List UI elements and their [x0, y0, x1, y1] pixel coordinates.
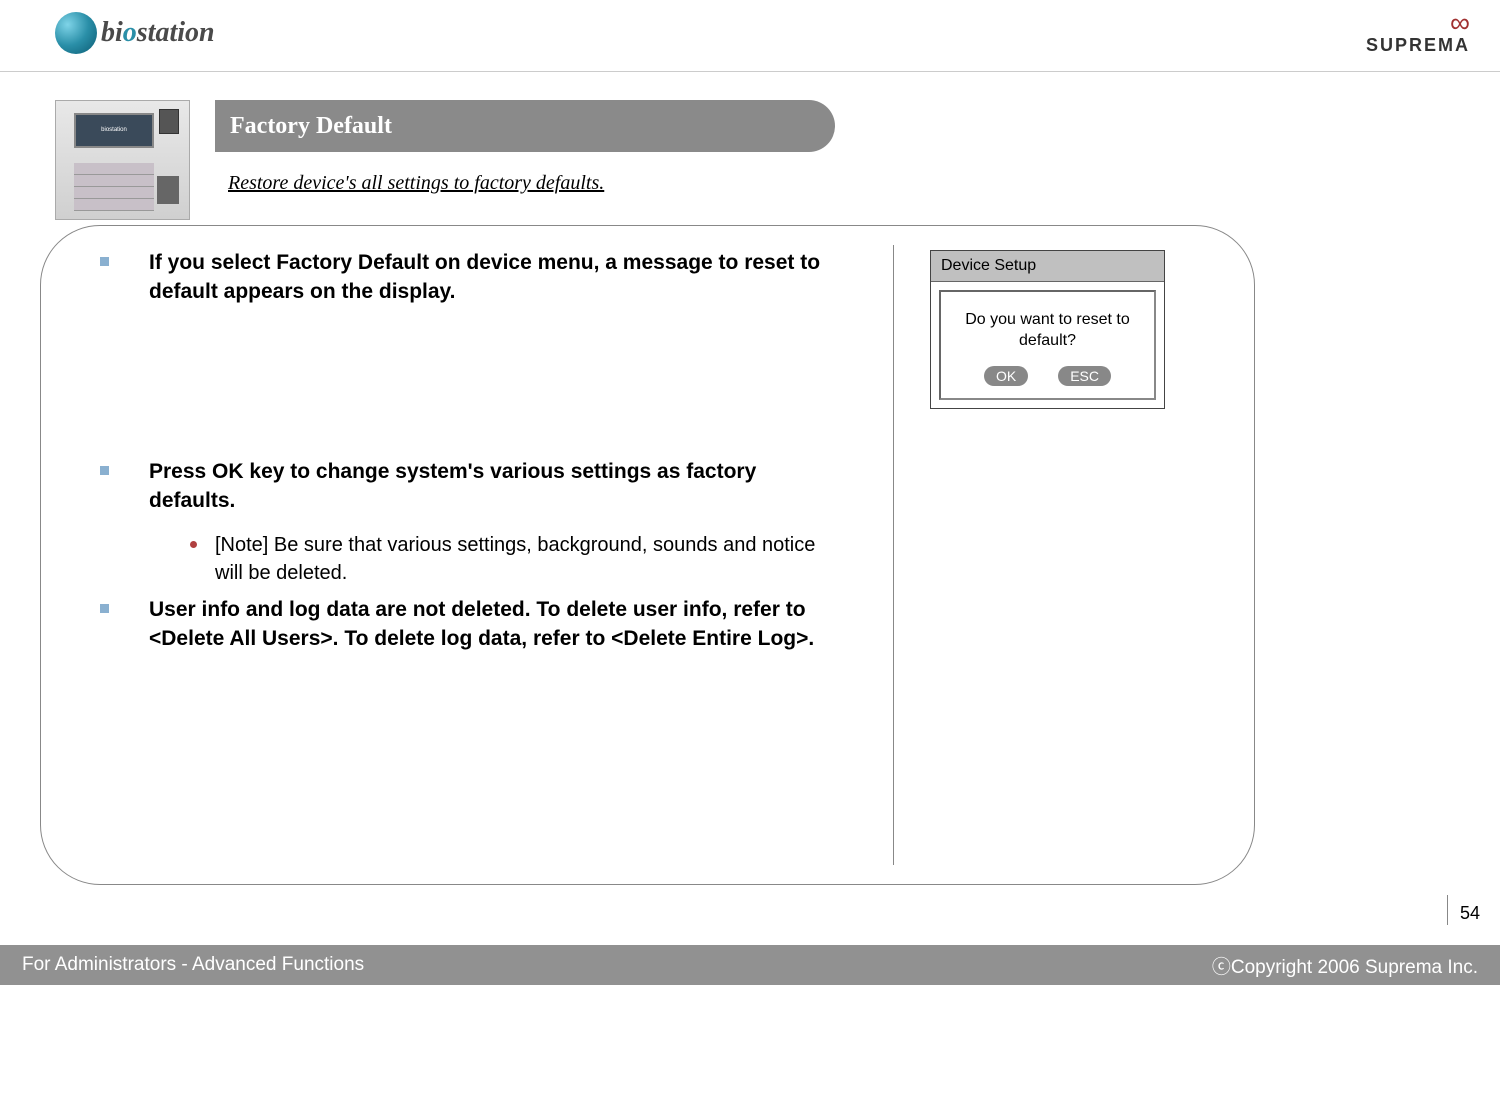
bullet-2-sub-text: [Note] Be sure that various settings, ba…: [215, 531, 840, 587]
suprema-text: SUPREMA: [1366, 35, 1470, 56]
dialog-message: Do you want to reset to default?: [946, 310, 1149, 352]
dialog-title: Device Setup: [931, 251, 1164, 282]
dialog-inner: Do you want to reset to default? OK ESC: [939, 290, 1156, 400]
ok-button[interactable]: OK: [984, 366, 1028, 386]
list-item: User info and log data are not deleted. …: [100, 595, 840, 654]
device-sensor: [159, 109, 179, 134]
title-bar: Factory Default: [215, 100, 835, 152]
swirl-icon: [55, 12, 97, 54]
biostation-logo: biostation: [55, 12, 215, 54]
vertical-divider: [893, 245, 894, 865]
suprema-logo: ∞ SUPREMA: [1366, 10, 1470, 56]
footer-left: For Administrators - Advanced Functions: [22, 954, 364, 976]
page-title: Factory Default: [230, 113, 392, 140]
square-bullet-icon: [100, 257, 109, 266]
dialog-buttons: OK ESC: [946, 366, 1149, 386]
dialog-body: Do you want to reset to default? OK ESC: [931, 282, 1164, 408]
dot-bullet-icon: [190, 541, 197, 548]
footer: For Administrators - Advanced Functions …: [0, 945, 1500, 985]
sub-list-item: [Note] Be sure that various settings, ba…: [190, 531, 840, 587]
device-photo: biostation: [55, 100, 190, 220]
esc-button[interactable]: ESC: [1058, 366, 1111, 386]
logo-station: station: [137, 17, 215, 49]
logo-o: o: [123, 17, 137, 49]
infinity-icon: ∞: [1450, 10, 1470, 35]
list-item: If you select Factory Default on device …: [100, 248, 840, 307]
square-bullet-icon: [100, 466, 109, 475]
device-reader: [157, 176, 179, 204]
bullet-list: If you select Factory Default on device …: [100, 248, 840, 668]
bullet-2-text: Press OK key to change system's various …: [149, 457, 840, 516]
header: biostation ∞ SUPREMA: [0, 0, 1500, 72]
device-screen: biostation: [74, 113, 154, 148]
device-setup-dialog: Device Setup Do you want to reset to def…: [930, 250, 1165, 409]
bullet-1-text: If you select Factory Default on device …: [149, 248, 840, 307]
list-item: Press OK key to change system's various …: [100, 457, 840, 516]
footer-right: ⓒCopyright 2006 Suprema Inc.: [1212, 952, 1478, 979]
subtitle: Restore device's all settings to factory…: [228, 172, 604, 195]
square-bullet-icon: [100, 604, 109, 613]
page-number: 54: [1447, 895, 1480, 925]
logo-bi: bi: [101, 17, 123, 49]
bullet-3-text: User info and log data are not deleted. …: [149, 595, 840, 654]
device-keypad: [74, 163, 154, 211]
